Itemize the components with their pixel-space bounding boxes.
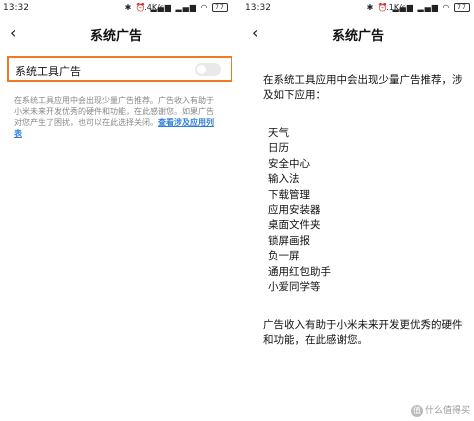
list-item: 安全中心 bbox=[268, 157, 310, 170]
watermark-text: 什么值得买 bbox=[424, 406, 470, 416]
status-bar: 13:32 2.1K/s ✱ ⏰ ▂▄▆ ▂▄▆ ◠ 77 bbox=[242, 0, 474, 16]
signal-2-icon: ▂▄▆ bbox=[417, 3, 439, 12]
app-list: 天气 日历 安全中心 输入法 下载管理 应用安装器 桌面文件夹 锁屏画报 负一屏… bbox=[268, 126, 331, 295]
list-item: 应用安装器 bbox=[268, 204, 321, 217]
signal-icon: ▂▄▆ bbox=[150, 3, 172, 12]
outro-text: 广告收入有助于小米未来开发更优秀的硬件和功能，在此感谢您。 bbox=[263, 319, 463, 346]
list-item: 桌面文件夹 bbox=[268, 219, 321, 232]
list-item: 通用红包助手 bbox=[268, 265, 331, 278]
toggle-knob bbox=[197, 65, 206, 74]
setting-description: 在系统工具应用中会出现少量广告推荐。广告收入有助于小米未来开发优秀的硬件和功能，… bbox=[14, 95, 218, 139]
bluetooth-icon: ✱ bbox=[366, 3, 375, 12]
alarm-icon: ⏰ bbox=[135, 3, 147, 12]
list-item: 天气 bbox=[268, 127, 289, 139]
battery-icon: 77 bbox=[454, 3, 470, 12]
ads-toggle-switch[interactable] bbox=[195, 63, 221, 76]
setting-label: 系统工具广告 bbox=[15, 65, 81, 78]
signal-2-icon: ▂▄▆ bbox=[175, 3, 197, 12]
page-title: 系统广告 bbox=[331, 29, 384, 44]
bluetooth-icon: ✱ bbox=[124, 3, 133, 12]
list-item: 输入法 bbox=[268, 173, 300, 186]
status-time: 13:32 bbox=[3, 3, 29, 13]
list-item: 负一屏 bbox=[268, 250, 300, 263]
watermark: 值什么值得买 bbox=[410, 403, 470, 417]
page-header: ‹ 系统广告 bbox=[242, 20, 474, 48]
page-header: ‹ 系统广告 bbox=[0, 20, 232, 48]
intro-text: 在系统工具应用中会出现少量广告推荐，涉及如下应用： bbox=[263, 74, 463, 101]
page-title: 系统广告 bbox=[89, 29, 142, 44]
status-icons: ✱ ⏰ ▂▄▆ ▂▄▆ ◠ 77 bbox=[367, 3, 470, 12]
system-tool-ads-setting[interactable]: 系统工具广告 bbox=[7, 56, 232, 82]
wifi-icon: ◠ bbox=[200, 3, 209, 12]
left-screen: 13:32 1.4K/s ✱ ⏰ ▂▄▆ ▂▄▆ ◠ 77 ‹ 系统广告 系统工… bbox=[0, 0, 232, 421]
battery-icon: 77 bbox=[212, 3, 228, 12]
status-time: 13:32 bbox=[245, 3, 271, 13]
panel-gap bbox=[232, 0, 242, 421]
right-screen: 13:32 2.1K/s ✱ ⏰ ▂▄▆ ▂▄▆ ◠ 77 ‹ 系统广告 在系统… bbox=[242, 0, 474, 421]
wifi-icon: ◠ bbox=[442, 3, 451, 12]
list-item: 小爱同学等 bbox=[268, 281, 321, 294]
watermark-logo-icon: 值 bbox=[410, 405, 423, 417]
list-item: 下载管理 bbox=[268, 188, 310, 201]
list-item: 锁屏画报 bbox=[268, 234, 310, 247]
status-bar: 13:32 1.4K/s ✱ ⏰ ▂▄▆ ▂▄▆ ◠ 77 bbox=[0, 0, 232, 16]
alarm-icon: ⏰ bbox=[377, 3, 389, 12]
list-item: 日历 bbox=[268, 142, 289, 155]
status-icons: ✱ ⏰ ▂▄▆ ▂▄▆ ◠ 77 bbox=[125, 3, 228, 12]
signal-icon: ▂▄▆ bbox=[392, 3, 414, 12]
